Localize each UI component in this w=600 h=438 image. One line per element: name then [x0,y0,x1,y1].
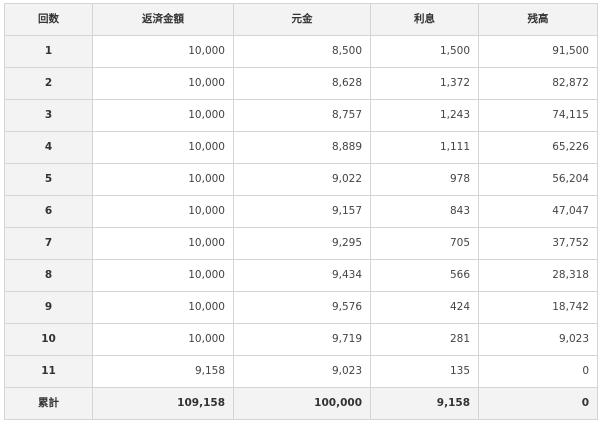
interest: 1,372 [370,67,479,100]
payment-amount: 9,158 [92,355,234,388]
principal: 9,295 [233,227,371,260]
balance: 56,204 [478,163,598,196]
principal: 8,889 [233,131,371,164]
table-row: 2 10,000 8,628 1,372 82,872 [4,67,598,100]
header-balance: 残高 [478,3,598,36]
table-row: 3 10,000 8,757 1,243 74,115 [4,99,598,132]
header-row: 回数 返済金額 元金 利息 残高 [4,3,598,36]
table-row: 5 10,000 9,022 978 56,204 [4,163,598,196]
repayment-table: 回数 返済金額 元金 利息 残高 1 10,000 8,500 1,500 91,500… [4,3,598,420]
principal: 9,576 [233,291,371,324]
interest: 135 [370,355,479,388]
payment-amount: 10,000 [92,67,234,100]
principal: 8,757 [233,99,371,132]
installment-number: 5 [4,163,93,196]
principal: 9,157 [233,195,371,228]
installment-number: 3 [4,99,93,132]
payment-amount: 10,000 [92,35,234,68]
payment-amount: 10,000 [92,99,234,132]
payment-amount: 10,000 [92,227,234,260]
principal: 9,022 [233,163,371,196]
repayment-schedule: 回数 返済金額 元金 利息 残高 1 10,000 8,500 1,500 91,500… [4,3,598,420]
header-principal: 元金 [233,3,371,36]
table-row: 7 10,000 9,295 705 37,752 [4,227,598,260]
installment-number: 11 [4,355,93,388]
payment-amount: 10,000 [92,323,234,356]
installment-number: 10 [4,323,93,356]
balance: 18,742 [478,291,598,324]
payment-amount: 10,000 [92,163,234,196]
principal: 8,500 [233,35,371,68]
total-payment-amount: 109,158 [92,387,234,420]
balance: 47,047 [478,195,598,228]
table-header: 回数 返済金額 元金 利息 残高 [4,3,598,36]
balance: 28,318 [478,259,598,292]
interest: 1,500 [370,35,479,68]
interest: 978 [370,163,479,196]
installment-number: 9 [4,291,93,324]
balance: 74,115 [478,99,598,132]
installment-number: 8 [4,259,93,292]
header-installment: 回数 [4,3,93,36]
payment-amount: 10,000 [92,131,234,164]
total-interest: 9,158 [370,387,479,420]
table-row: 6 10,000 9,157 843 47,047 [4,195,598,228]
balance: 9,023 [478,323,598,356]
payment-amount: 10,000 [92,195,234,228]
interest: 843 [370,195,479,228]
balance: 0 [478,355,598,388]
installment-number: 7 [4,227,93,260]
installment-number: 6 [4,195,93,228]
total-balance: 0 [478,387,598,420]
interest: 1,243 [370,99,479,132]
principal: 9,719 [233,323,371,356]
table-body: 1 10,000 8,500 1,500 91,500 2 10,000 8,628 1,372… [4,35,598,388]
total-label: 累計 [4,387,93,420]
balance: 91,500 [478,35,598,68]
installment-number: 2 [4,67,93,100]
payment-amount: 10,000 [92,291,234,324]
interest: 424 [370,291,479,324]
principal: 9,023 [233,355,371,388]
balance: 37,752 [478,227,598,260]
table-row: 4 10,000 8,889 1,111 65,226 [4,131,598,164]
installment-number: 4 [4,131,93,164]
interest: 705 [370,227,479,260]
table-row: 9 10,000 9,576 424 18,742 [4,291,598,324]
balance: 65,226 [478,131,598,164]
header-payment-amount: 返済金額 [92,3,234,36]
principal: 8,628 [233,67,371,100]
payment-amount: 10,000 [92,259,234,292]
installment-number: 1 [4,35,93,68]
balance: 82,872 [478,67,598,100]
table-row: 11 9,158 9,023 135 0 [4,355,598,388]
table-footer: 累計 109,158 100,000 9,158 0 [4,387,598,420]
table-row: 10 10,000 9,719 281 9,023 [4,323,598,356]
total-row: 累計 109,158 100,000 9,158 0 [4,387,598,420]
header-interest: 利息 [370,3,479,36]
table-row: 8 10,000 9,434 566 28,318 [4,259,598,292]
interest: 566 [370,259,479,292]
interest: 1,111 [370,131,479,164]
principal: 9,434 [233,259,371,292]
total-principal: 100,000 [233,387,371,420]
table-row: 1 10,000 8,500 1,500 91,500 [4,35,598,68]
interest: 281 [370,323,479,356]
